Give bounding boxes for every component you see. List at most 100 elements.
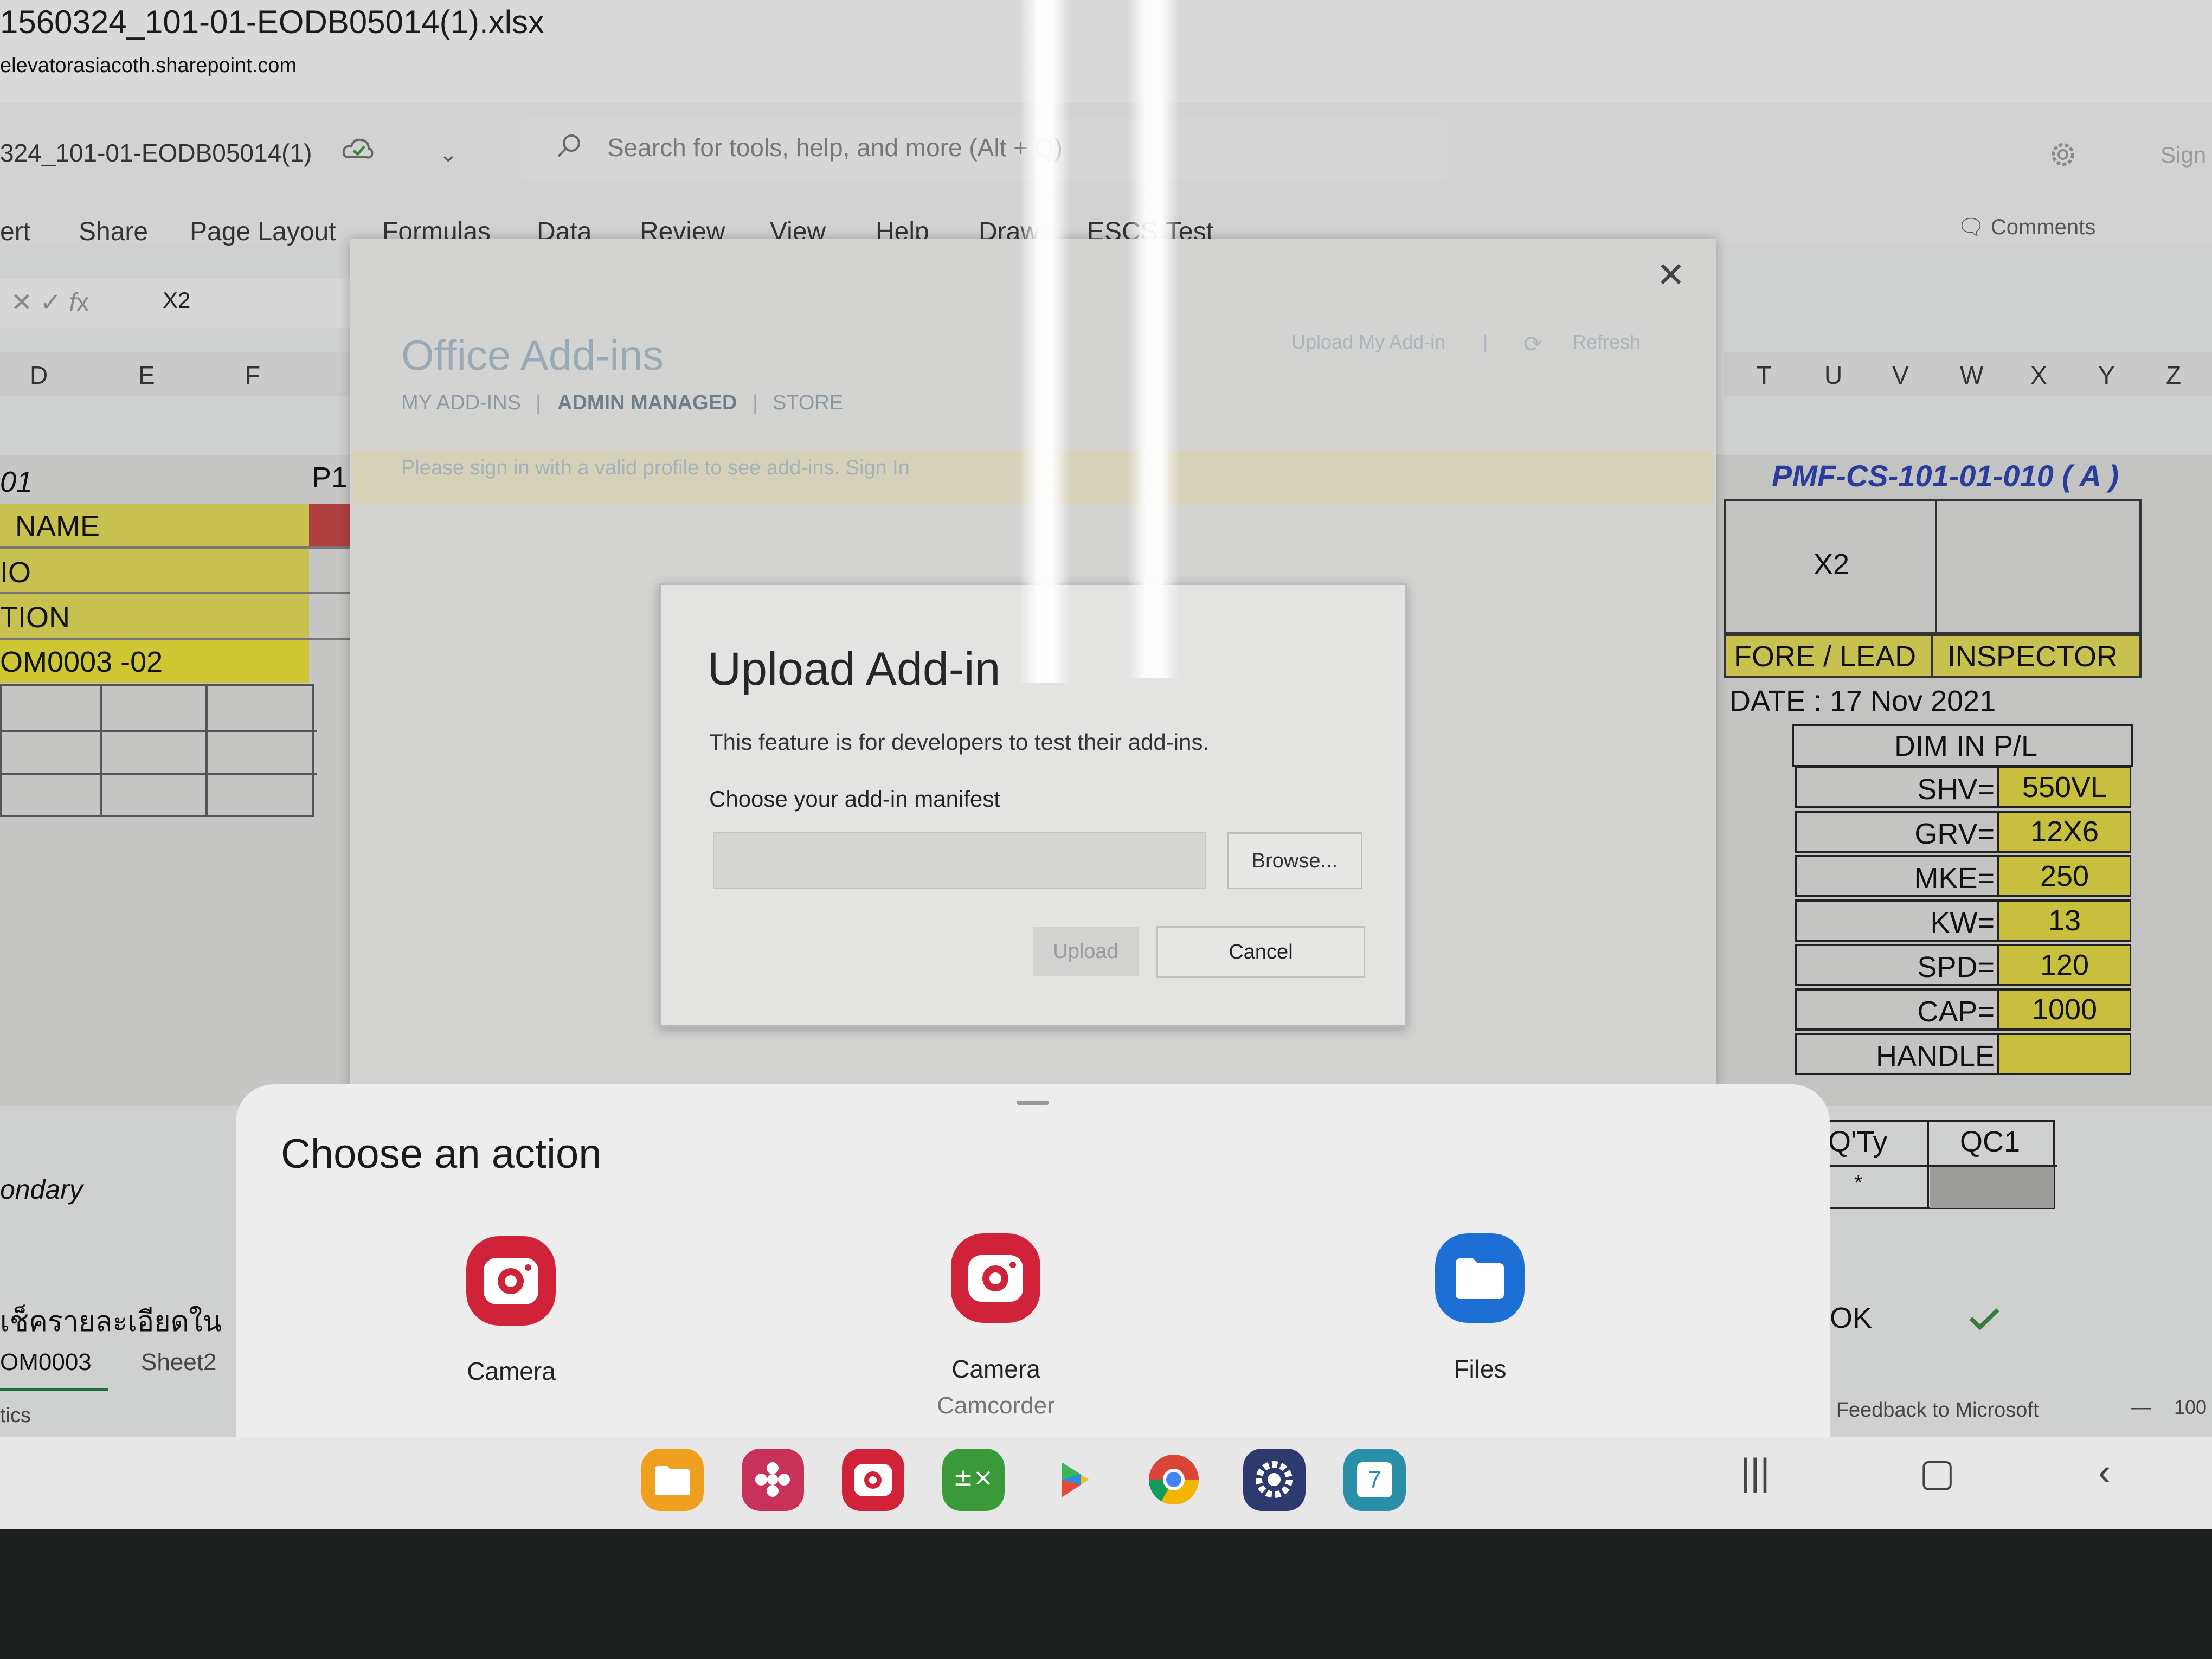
formula-icons[interactable]: ✕ ✓ fx [11,287,89,318]
row-divider [0,592,352,594]
app-option-files[interactable]: Files [1372,1233,1589,1415]
cell-name[interactable]: NAME [15,510,100,543]
app-option-camera[interactable]: Camera [403,1236,620,1415]
cell-qc1[interactable]: QC1 [1960,1125,2020,1159]
dim-row-grv[interactable]: GRV= 12X6 [1795,811,2131,853]
search-input[interactable]: Search for tools, help, and more (Alt + … [607,133,1063,162]
nav-separator: | [753,391,758,414]
name-box[interactable]: X2 [163,287,190,313]
column-header-e[interactable]: E [138,361,155,390]
calculator-icon[interactable]: ±× [942,1449,1005,1511]
upload-button[interactable]: Upload [1033,927,1139,976]
sheet-tab-sheet2[interactable]: Sheet2 [141,1349,216,1376]
column-header-strip-left [0,352,352,396]
dim-row-shv[interactable]: SHV= 550VL [1795,766,2131,808]
zoom-minus[interactable]: — [2131,1396,2151,1419]
recent-apps-button[interactable]: ||| [1740,1450,1770,1494]
cell-io[interactable]: IO [0,556,31,589]
cancel-button[interactable]: Cancel [1156,926,1365,978]
column-header-v[interactable]: V [1892,361,1909,390]
close-icon[interactable]: ✕ [1656,255,1686,295]
link-separator: | [1483,331,1488,353]
signin-notice[interactable]: Please sign in with a valid profile to s… [401,456,910,480]
dim-row-kw[interactable]: KW= 13 [1795,899,2131,942]
role-divider [1931,634,1933,678]
sheet-drag-handle[interactable] [1017,1101,1049,1105]
home-button[interactable]: ▢ [1919,1450,1955,1495]
gear-icon[interactable] [2047,138,2079,171]
column-header-u[interactable]: U [1824,361,1842,390]
chrome-icon[interactable] [1143,1449,1205,1511]
column-header-x[interactable]: X [2030,361,2047,390]
cell-inspector[interactable]: INSPECTOR [1947,640,2118,673]
chevron-down-icon[interactable]: ⌄ [439,142,458,167]
settings-icon[interactable] [1243,1449,1306,1511]
empty-table-grid[interactable] [0,684,317,817]
column-header-w[interactable]: W [1960,361,1983,390]
cell-p1[interactable]: P1 [312,461,348,494]
tab-insert[interactable]: ert [0,217,30,247]
dim-label: GRV= [1914,818,1995,850]
dim-header-cell[interactable]: DIM IN P/L [1792,724,2133,767]
cell-tion[interactable]: TION [0,601,70,634]
nav-store[interactable]: STORE [773,391,843,415]
column-header-t[interactable]: T [1757,361,1772,390]
signature-box[interactable] [1724,499,2142,634]
cell-qty[interactable]: Q'Ty [1828,1125,1887,1159]
manifest-label: Choose your add-in manifest [709,786,1000,812]
feedback-link[interactable]: e Feedback to Microsoft [1819,1399,2039,1422]
zoom-level[interactable]: 100 [2174,1396,2207,1419]
column-header-d[interactable]: D [30,361,48,390]
column-header-f[interactable]: F [245,361,260,390]
upload-dialog-title: Upload Add-in [708,643,1001,695]
dim-value: 13 [1997,902,2130,940]
calendar-icon[interactable]: 7 [1343,1449,1406,1511]
cell-doc-code[interactable]: PMF-CS-101-01-010 ( A ) [1772,458,2119,493]
camera-icon[interactable] [842,1449,904,1511]
refresh-link[interactable]: Refresh [1572,331,1641,353]
column-header-z[interactable]: Z [2166,361,2181,390]
dim-row-mke[interactable]: MKE= 250 [1795,855,2131,897]
app-option-camcorder[interactable]: Camera Camcorder [888,1233,1104,1420]
dim-label: MKE= [1914,862,1995,895]
sheet-tab-om0003[interactable]: OM0003 [0,1349,92,1376]
tab-share[interactable]: Share [79,217,148,247]
browse-button[interactable]: Browse... [1227,832,1362,889]
nav-my-addins[interactable]: MY ADD-INS [401,391,521,415]
cell-fore-lead[interactable]: FORE / LEAD [1734,640,1916,673]
app-sublabel-camcorder: Camcorder [937,1392,1055,1419]
dim-row-cap[interactable]: CAP= 1000 [1795,988,2131,1031]
camera-icon [466,1236,556,1326]
play-store-icon[interactable] [1043,1449,1105,1511]
column-header-y[interactable]: Y [2098,361,2115,390]
red-cell[interactable] [309,504,350,548]
nav-admin-managed[interactable]: ADMIN MANAGED [557,391,737,415]
dim-row-spd[interactable]: SPD= 120 [1795,944,2131,986]
cell-secondary[interactable]: ondary [0,1174,83,1205]
dim-row-handle[interactable]: HANDLE [1795,1033,2131,1075]
file-name[interactable]: 324_101-01-EODB05014(1) [0,138,312,168]
manifest-file-input[interactable] [713,832,1206,889]
refresh-icon[interactable]: ⟳ [1523,331,1542,357]
app-label-camera: Camera [467,1357,556,1385]
tab-page-layout[interactable]: Page Layout [190,217,336,247]
row-divider [0,546,352,549]
gallery-icon[interactable] [742,1449,804,1511]
cell-x2[interactable]: X2 [1814,548,1849,581]
cell-date[interactable]: DATE : 17 Nov 2021 [1729,684,1996,718]
cell-code[interactable]: OM0003 -02 [0,645,163,679]
dim-value: 12X6 [1997,813,2130,851]
upload-my-addin-link[interactable]: Upload My Add-in [1291,331,1445,353]
cloud-saved-icon [342,138,374,159]
sign-in-link[interactable]: Sign [2160,142,2206,168]
cell-thai-text[interactable]: เช็ครายละเอียดใน [0,1298,222,1343]
my-files-icon[interactable] [641,1449,704,1511]
dim-value: 250 [1997,857,2130,895]
cell-ok[interactable]: OK [1830,1301,1872,1335]
device-bezel [0,1529,2212,1659]
cell-row-01[interactable]: 01 [0,465,33,499]
back-button[interactable]: ‹ [2098,1450,2111,1494]
dim-value: 120 [1997,946,2130,984]
comments-button[interactable]: 🗨 Comments [1957,214,2095,240]
cell-star[interactable]: * [1854,1171,1863,1195]
